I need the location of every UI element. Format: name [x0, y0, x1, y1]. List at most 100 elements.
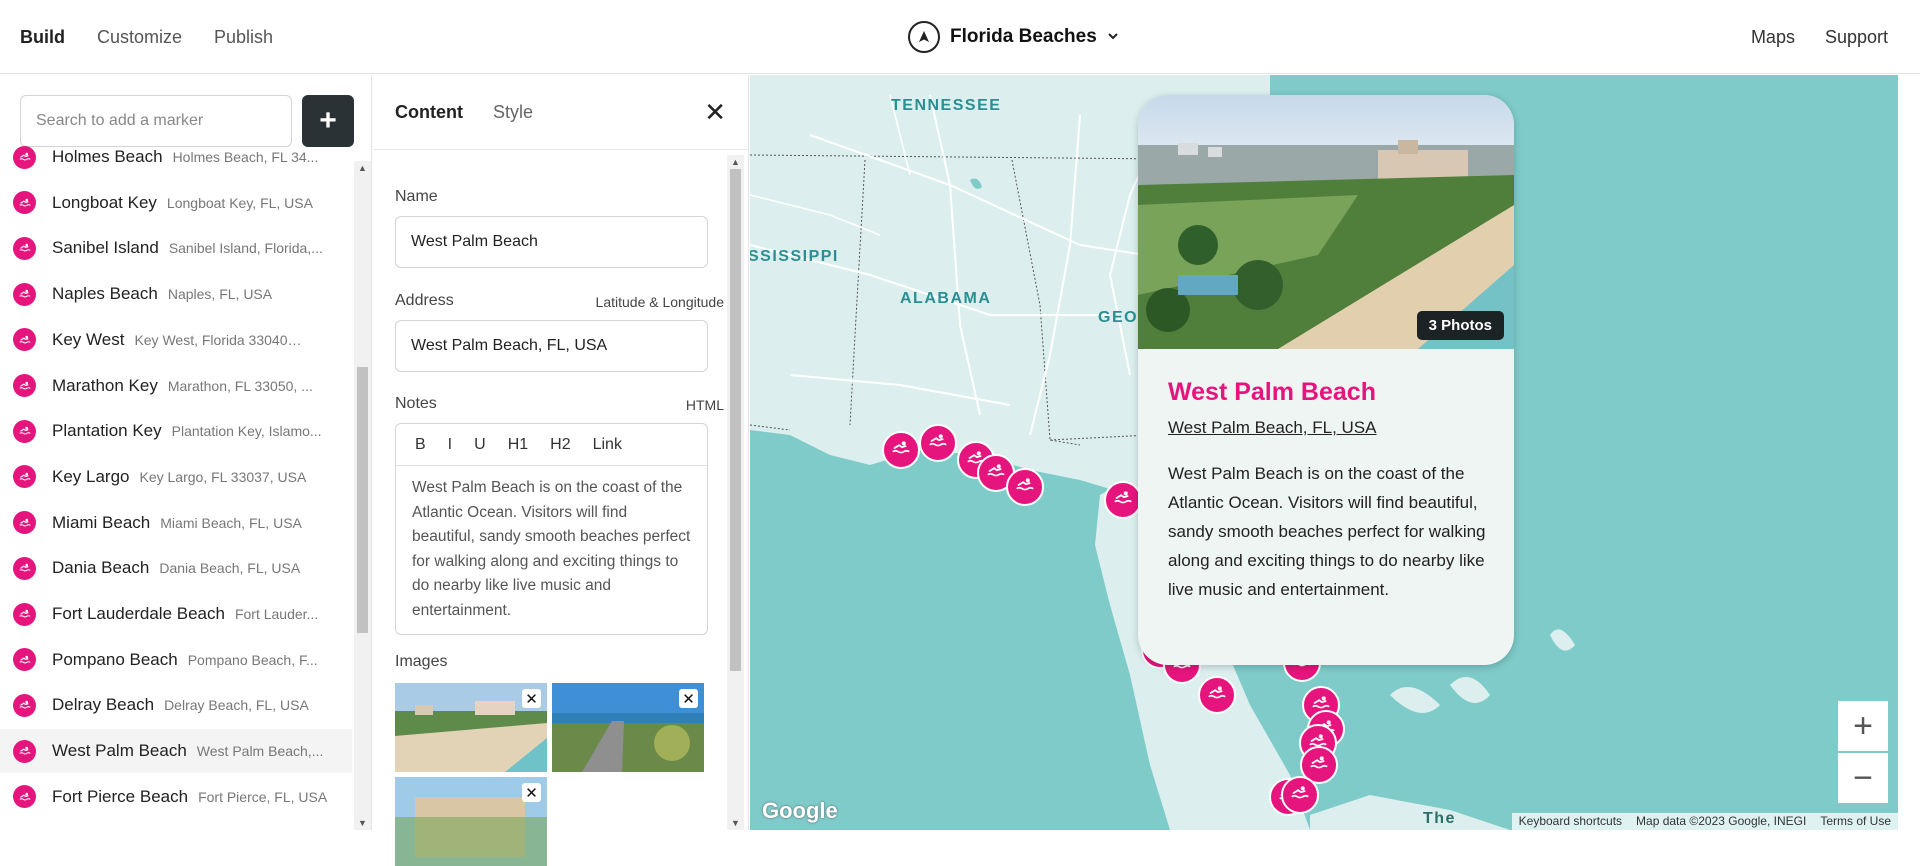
- swimmer-icon: [13, 419, 36, 443]
- list-item[interactable]: Delray Beach Delray Beach, FL, USA: [0, 683, 352, 727]
- underline-button[interactable]: U: [465, 432, 495, 458]
- list-item[interactable]: Fort Lauderdale Beach Fort Lauder...: [0, 592, 352, 636]
- scroll-up-icon[interactable]: ▲: [357, 163, 368, 173]
- swimmer-icon: [13, 328, 36, 352]
- bold-button[interactable]: B: [406, 432, 435, 458]
- image-thumbnail[interactable]: ✕: [395, 683, 547, 772]
- list-item[interactable]: West Palm Beach West Palm Beach,...: [0, 729, 352, 774]
- marker-address: Miami Beach, FL, USA: [160, 514, 302, 531]
- marker-name: Sanibel Island: [52, 238, 159, 258]
- map-marker[interactable]: [1006, 468, 1044, 506]
- scroll-up-icon[interactable]: ▲: [730, 157, 741, 167]
- swimmer-icon: [1308, 752, 1330, 779]
- swimmer-icon: [13, 648, 36, 672]
- marker-name: Key West: [52, 329, 125, 349]
- list-item[interactable]: Fort Pierce Beach Fort Pierce, FL, USA: [0, 775, 352, 819]
- nav-build[interactable]: Build: [20, 27, 65, 48]
- marker-address: Pompano Beach, F...: [187, 651, 318, 668]
- close-icon[interactable]: ✕: [704, 97, 726, 128]
- marker-address: Longboat Key, FL, USA: [166, 194, 313, 211]
- lat-long-link[interactable]: Latitude & Longitude: [596, 294, 724, 310]
- link-button[interactable]: Link: [584, 432, 631, 458]
- address-field[interactable]: [395, 320, 708, 372]
- notes-textarea[interactable]: West Palm Beach is on the coast of the A…: [396, 466, 707, 633]
- map-canvas[interactable]: TENNESSEE SSISSIPPI ALABAMA GEO The 3 Ph…: [750, 75, 1898, 830]
- list-item[interactable]: Key Largo Key Largo, FL 33037, USA: [0, 455, 352, 499]
- marker-address: Holmes Beach, FL 34...: [172, 149, 319, 165]
- notes-label: Notes: [395, 395, 437, 412]
- marker-address: West Palm Beach,...: [196, 743, 324, 760]
- marker-search-input[interactable]: [20, 95, 292, 147]
- html-toggle[interactable]: HTML: [686, 397, 724, 413]
- editor-tabs: Content Style: [395, 75, 533, 149]
- marker-name: Marathon Key: [52, 375, 158, 395]
- list-item[interactable]: Holmes Beach Holmes Beach, FL 34...: [0, 145, 352, 179]
- list-item[interactable]: Longboat Key Longboat Key, FL, USA: [0, 181, 352, 225]
- swimmer-icon: [890, 437, 912, 464]
- image-thumbnail[interactable]: ✕: [395, 777, 547, 866]
- remove-image-icon[interactable]: ✕: [679, 689, 698, 708]
- map-marker[interactable]: [1104, 481, 1142, 519]
- keyboard-shortcuts-link[interactable]: Keyboard shortcuts: [1512, 813, 1629, 830]
- map-marker[interactable]: [882, 431, 920, 469]
- marker-popup: 3 Photos West Palm Beach West Palm Beach…: [1138, 95, 1514, 665]
- list-item[interactable]: Plantation Key Plantation Key, Islamo...: [0, 409, 352, 453]
- popup-description: West Palm Beach is on the coast of the A…: [1168, 464, 1486, 599]
- scroll-down-icon[interactable]: ▼: [357, 818, 368, 828]
- swimmer-icon: [985, 460, 1007, 487]
- images-label: Images: [395, 653, 448, 670]
- map-marker[interactable]: [1198, 676, 1236, 714]
- list-item[interactable]: Sanibel Island Sanibel Island, Florida,..…: [0, 226, 352, 270]
- add-marker-button[interactable]: +: [302, 95, 354, 147]
- top-right-links: Maps Support: [1751, 0, 1888, 74]
- marker-address: Marathon, FL 33050, ...: [167, 377, 313, 394]
- name-field[interactable]: [395, 216, 708, 268]
- list-item[interactable]: Naples Beach Naples, FL, USA: [0, 272, 352, 316]
- italic-button[interactable]: I: [439, 432, 461, 458]
- image-thumbnail[interactable]: ✕: [552, 683, 704, 772]
- zoom-out-button[interactable]: −: [1838, 753, 1888, 803]
- swimmer-icon: [13, 282, 36, 306]
- list-item[interactable]: Dania Beach Dania Beach, FL, USA: [0, 546, 352, 590]
- map-marker[interactable]: [919, 424, 957, 462]
- tab-style[interactable]: Style: [493, 102, 533, 123]
- scroll-down-icon[interactable]: ▼: [730, 818, 741, 828]
- nav-customize[interactable]: Customize: [97, 27, 182, 48]
- marker-address: Key Largo, FL 33037, USA: [139, 468, 307, 485]
- maps-link[interactable]: Maps: [1751, 27, 1795, 48]
- popup-address-link[interactable]: West Palm Beach, FL, USA: [1168, 418, 1376, 438]
- list-item[interactable]: Pompano Beach Pompano Beach, F...: [0, 638, 352, 682]
- heading2-button[interactable]: H2: [541, 432, 579, 458]
- support-link[interactable]: Support: [1825, 27, 1888, 48]
- scrollbar-thumb[interactable]: [357, 367, 368, 633]
- zoom-in-button[interactable]: +: [1838, 701, 1888, 751]
- nav-publish[interactable]: Publish: [214, 27, 273, 48]
- scrollbar-thumb[interactable]: [730, 169, 741, 671]
- photo-count-badge[interactable]: 3 Photos: [1416, 311, 1504, 340]
- remove-image-icon[interactable]: ✕: [522, 783, 541, 802]
- map-label-mississippi: SSISSIPPI: [750, 248, 839, 265]
- list-item[interactable]: Marathon Key Marathon, FL 33050, ...: [0, 364, 352, 408]
- notes-toolbar: B I U H1 H2 Link: [396, 424, 707, 466]
- marker-name: Fort Lauderdale Beach: [52, 604, 225, 623]
- marker-list-scrollbar[interactable]: ▲ ▼: [354, 161, 371, 830]
- swimmer-icon: [13, 465, 36, 489]
- map-label-tennessee: TENNESSEE: [891, 97, 1002, 114]
- marker-name: Dania Beach: [52, 558, 150, 578]
- marker-list: Holmes Beach Holmes Beach, FL 34... Longbo…: [0, 145, 352, 830]
- list-item[interactable]: Miami Beach Miami Beach, FL, USA: [0, 501, 352, 545]
- map-marker[interactable]: [1281, 776, 1319, 814]
- notes-editor: B I U H1 H2 Link West Palm Beach is on t…: [395, 423, 708, 635]
- swimmer-icon: [13, 785, 36, 809]
- address-label: Address: [395, 292, 454, 309]
- project-selector[interactable]: Florida Beaches: [908, 20, 1119, 54]
- swimmer-icon: [1014, 474, 1036, 501]
- tab-content[interactable]: Content: [395, 102, 463, 123]
- heading1-button[interactable]: H1: [499, 432, 537, 458]
- remove-image-icon[interactable]: ✕: [522, 689, 541, 708]
- marker-name: Key Largo: [52, 466, 130, 486]
- marker-address: Fort Pierce, FL, USA: [198, 788, 328, 805]
- list-item[interactable]: Key West Key West, Florida 33040, USA: [0, 318, 352, 362]
- editor-scrollbar[interactable]: ▲ ▼: [727, 155, 744, 830]
- terms-of-use-link[interactable]: Terms of Use: [1813, 813, 1898, 830]
